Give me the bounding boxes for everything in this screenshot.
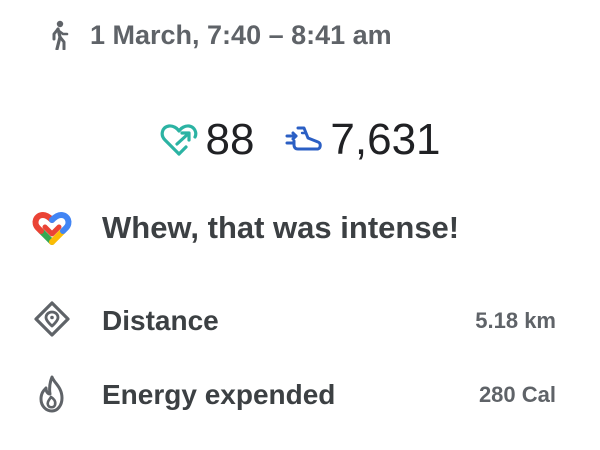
energy-row[interactable]: Energy expended 280 Cal [32,370,556,420]
metrics-summary: 88 7,631 [0,112,600,168]
location-diamond-icon [32,299,72,343]
distance-row[interactable]: Distance 5.18 km [32,296,556,346]
steps-value: 7,631 [330,115,441,164]
walking-person-icon [46,20,72,51]
session-datetime: 1 March, 7:40 – 8:41 am [90,19,392,50]
session-header: 1 March, 7:40 – 8:41 am [46,16,392,54]
flame-icon [32,373,72,417]
steps-shoe-icon [284,122,324,158]
google-fit-logo [32,210,72,246]
distance-label: Distance [102,305,219,336]
heart-points-value: 88 [205,115,255,164]
energy-value: 280 Cal [478,382,556,407]
motivation-message: Whew, that was intense! [32,203,459,253]
message-text: Whew, that was intense! [102,210,460,245]
heart-points-icon [159,122,199,158]
steps-metric[interactable]: 7,631 [284,115,441,165]
distance-value: 5.18 km [475,308,556,333]
energy-label: Energy expended [102,379,336,410]
heart-points-metric[interactable]: 88 [159,115,254,165]
